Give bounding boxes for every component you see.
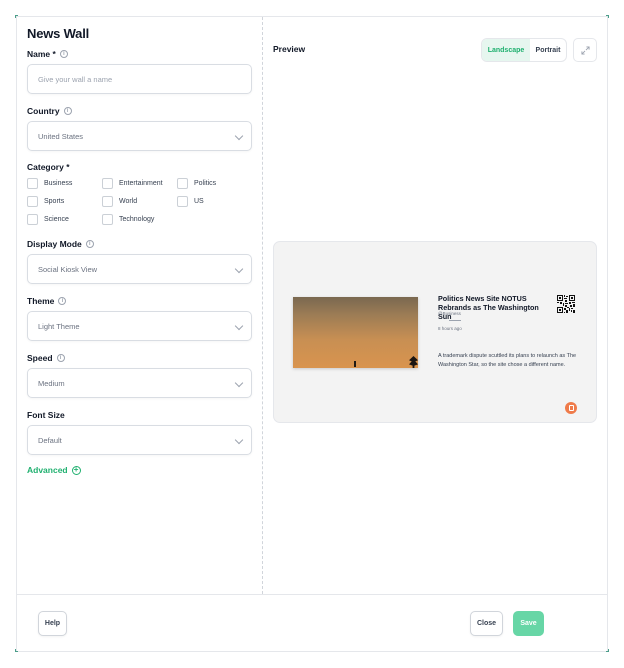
landscape-option[interactable]: Landscape	[482, 39, 530, 61]
name-label: Name * i	[27, 49, 68, 59]
display-mode-label: Display Mode i	[27, 239, 94, 249]
checkbox-box[interactable]	[177, 196, 188, 207]
form-title: News Wall	[27, 26, 90, 41]
category-world-checkbox[interactable]: World	[102, 196, 137, 207]
category-technology-checkbox[interactable]: Technology	[102, 214, 154, 225]
settings-form: News Wall Name * i Give your wall a name…	[17, 17, 262, 594]
country-select[interactable]: United States	[27, 121, 252, 151]
category-us-checkbox[interactable]: US	[177, 196, 204, 207]
news-preview-card: Politics News Site NOTUS Rebrands as The…	[273, 241, 597, 423]
checkbox-box[interactable]	[27, 196, 38, 207]
theme-select[interactable]: Light Theme	[27, 311, 252, 341]
news-time: 8 hours ago	[438, 326, 462, 331]
frame-corner	[606, 15, 609, 18]
footer-divider	[17, 594, 607, 595]
portrait-option[interactable]: Portrait	[530, 39, 566, 61]
chevron-down-icon	[234, 264, 244, 274]
chevron-down-icon	[234, 131, 244, 141]
frame-corner	[606, 649, 609, 652]
help-button[interactable]: Help	[38, 611, 67, 636]
chevron-down-icon	[234, 378, 244, 388]
info-icon[interactable]: i	[63, 107, 72, 115]
preview-title: Preview	[273, 44, 306, 54]
panel-divider	[262, 17, 263, 594]
checkbox-box[interactable]	[102, 178, 113, 189]
checkbox-box[interactable]	[177, 178, 188, 189]
plus-circle-icon[interactable]: +	[71, 465, 81, 475]
qr-code-icon	[557, 295, 575, 313]
frame-corner	[15, 649, 18, 652]
font-size-label: Font Size	[27, 410, 65, 420]
image-tree	[409, 356, 418, 368]
news-headline: Politics News Site NOTUS Rebrands as The…	[438, 294, 539, 321]
image-figure	[354, 361, 356, 367]
checkbox-box[interactable]	[27, 178, 38, 189]
speed-label: Speed i	[27, 353, 65, 363]
category-label: Category *	[27, 162, 70, 172]
category-sports-checkbox[interactable]: Sports	[27, 196, 64, 207]
news-image	[293, 297, 418, 368]
save-button[interactable]: Save	[513, 611, 544, 636]
category-business-checkbox[interactable]: Business	[27, 178, 72, 189]
news-summary: A trademark dispute scuttled its plans t…	[438, 353, 577, 368]
theme-label: Theme i	[27, 296, 67, 306]
info-icon[interactable]: i	[58, 297, 67, 305]
category-entertainment-checkbox[interactable]: Entertainment	[102, 178, 163, 189]
expand-icon	[580, 45, 590, 55]
chevron-down-icon	[234, 321, 244, 331]
info-icon[interactable]: i	[85, 240, 94, 248]
expand-button[interactable]	[573, 38, 597, 62]
country-label: Country i	[27, 106, 72, 116]
close-button[interactable]: Close	[470, 611, 503, 636]
news-badge-icon	[565, 402, 577, 414]
category-science-checkbox[interactable]: Science	[27, 214, 69, 225]
badge-glyph	[568, 405, 574, 411]
font-size-select[interactable]: Default	[27, 425, 252, 455]
checkbox-box[interactable]	[102, 214, 113, 225]
display-mode-select[interactable]: Social Kiosk View	[27, 254, 252, 284]
name-input[interactable]: Give your wall a name	[27, 64, 252, 94]
info-icon[interactable]: i	[56, 354, 65, 362]
orientation-toggle: Landscape Portrait	[481, 38, 567, 62]
info-icon[interactable]: i	[59, 50, 68, 58]
advanced-toggle[interactable]: Advanced +	[27, 465, 81, 475]
checkbox-box[interactable]	[27, 214, 38, 225]
news-separator	[449, 320, 461, 321]
speed-select[interactable]: Medium	[27, 368, 252, 398]
category-politics-checkbox[interactable]: Politics	[177, 178, 216, 189]
checkbox-box[interactable]	[102, 196, 113, 207]
news-handle: @Business	[438, 311, 461, 316]
chevron-down-icon	[234, 435, 244, 445]
